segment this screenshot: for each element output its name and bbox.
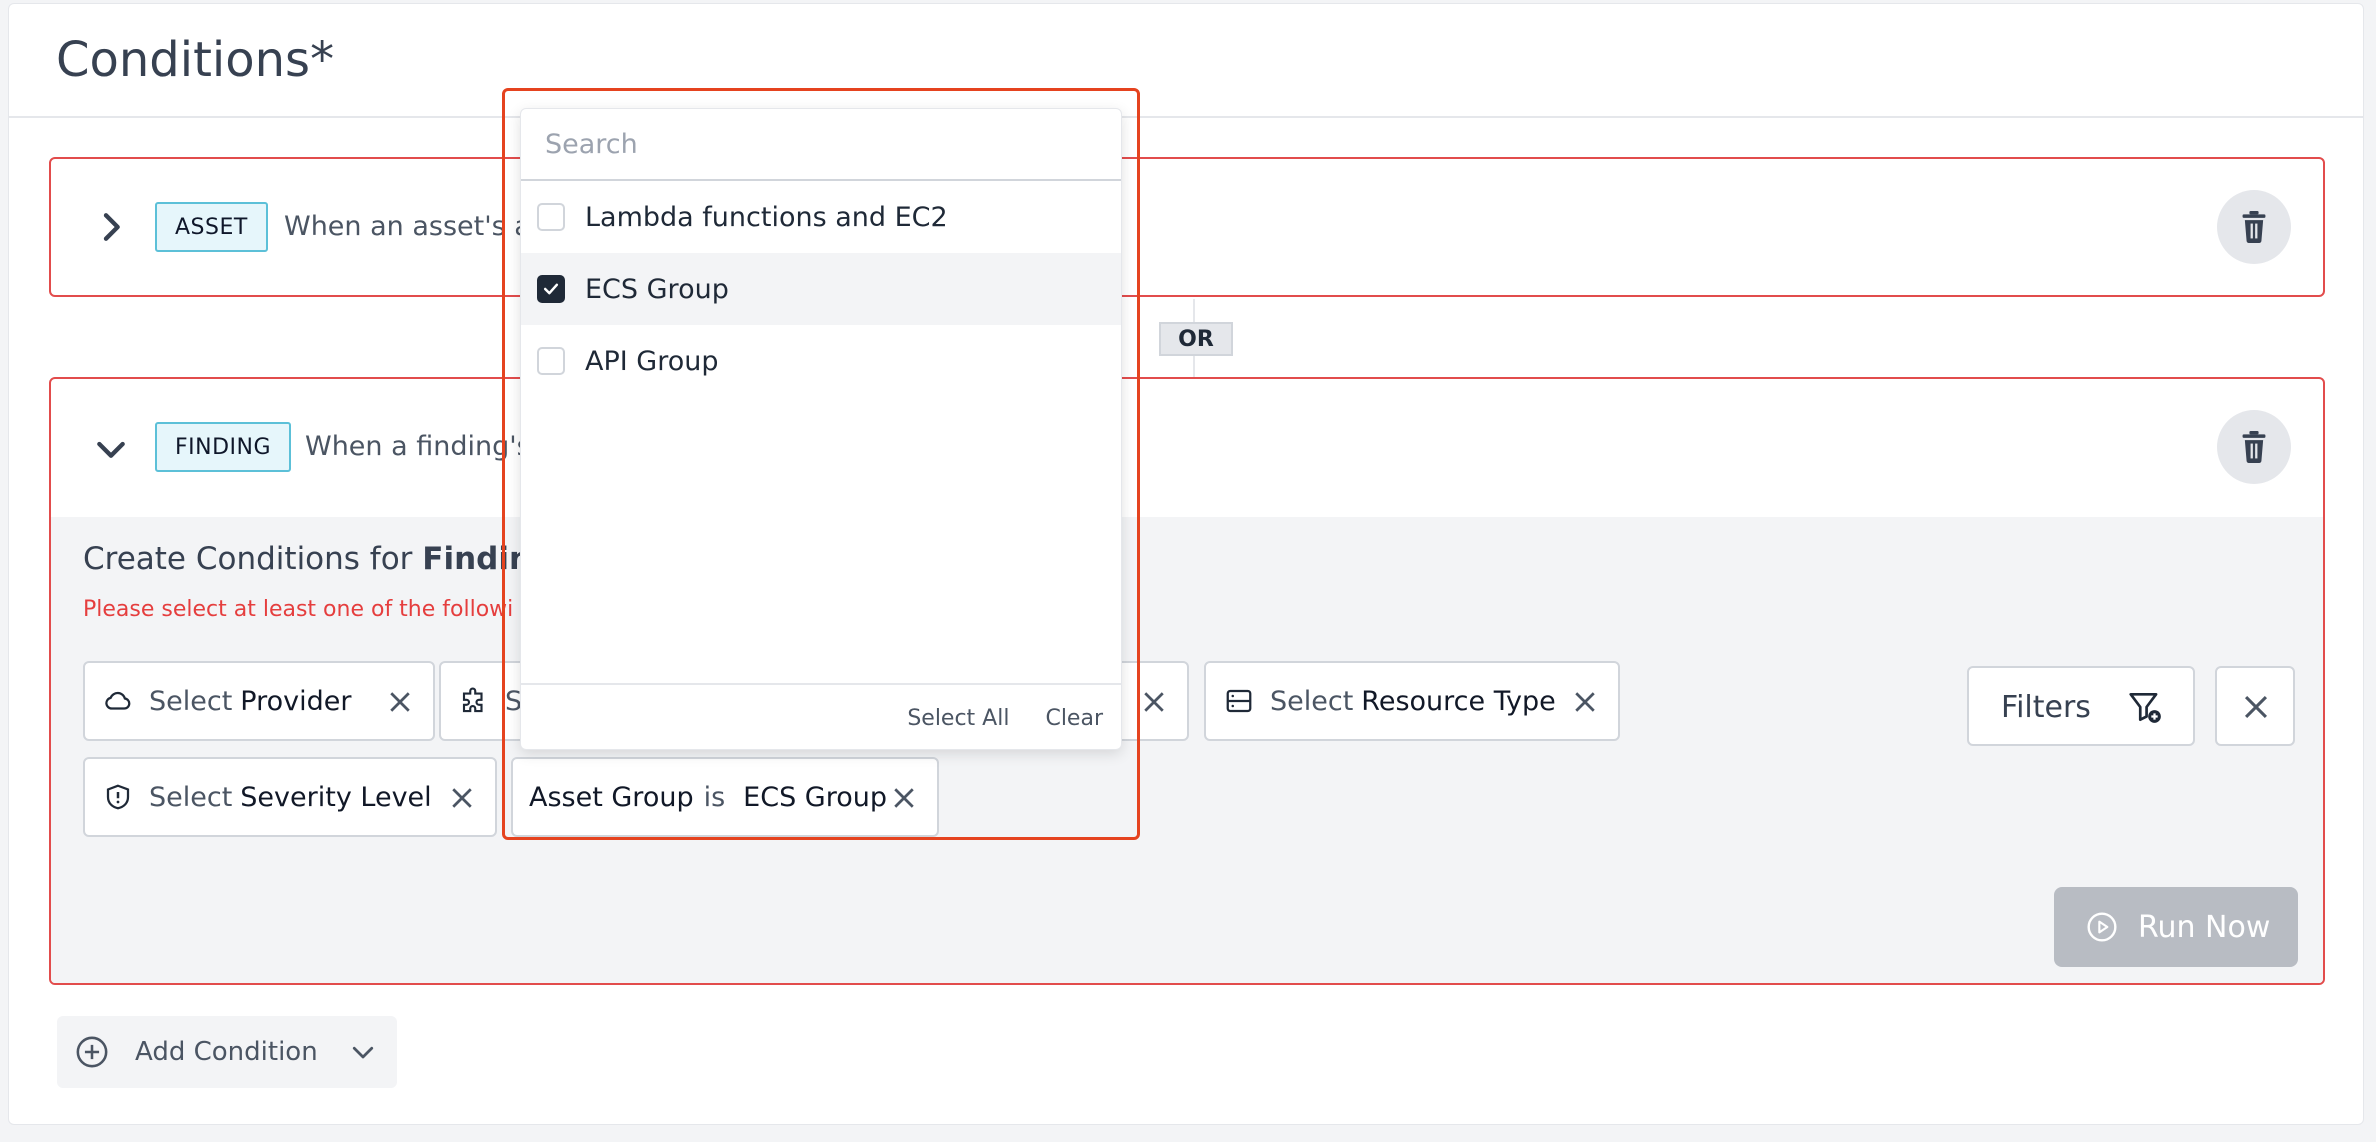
run-now-button[interactable]: Run Now	[2054, 887, 2298, 967]
or-operator-badge[interactable]: OR	[1159, 322, 1233, 356]
option-label: API Group	[585, 345, 719, 377]
plus-circle-icon	[76, 1036, 108, 1068]
clear-button[interactable]: Clear	[1045, 706, 1103, 731]
play-circle-icon	[2087, 912, 2117, 942]
finding-panel-title-prefix: Create Conditions for	[83, 541, 423, 577]
card-header: Conditions*	[9, 4, 2363, 118]
dropdown-footer: Select All Clear	[521, 683, 1121, 751]
cloud-icon	[105, 691, 131, 710]
asset-group-dropdown: Lambda functions and EC2 ECS Group API G…	[520, 108, 1122, 750]
asset-group-value: ECS Group	[743, 781, 888, 813]
check-icon	[543, 283, 559, 295]
asset-group-operator: is	[703, 781, 726, 813]
resource-type-select-chip[interactable]: Select Resource Type	[1204, 661, 1620, 741]
puzzle-icon	[462, 687, 483, 713]
asset-condition-text: When an asset's a	[284, 211, 531, 242]
close-icon[interactable]	[385, 687, 415, 717]
dropdown-option[interactable]: ECS Group	[521, 253, 1121, 325]
filter-add-icon	[2129, 692, 2161, 723]
checkbox[interactable]	[537, 203, 565, 231]
dropdown-search-input[interactable]	[521, 109, 1121, 181]
asset-group-chip[interactable]: Asset Group is ECS Group	[511, 757, 939, 837]
conditions-card: Conditions* ASSET When an asset's a OR F…	[8, 3, 2364, 1125]
finding-conditions-panel: Create Conditions for Finding Please sel…	[51, 517, 2323, 983]
select-all-button[interactable]: Select All	[907, 706, 1009, 731]
provider-select-text: Select	[149, 685, 233, 717]
severity-select-chip[interactable]: Select Severity Level	[83, 757, 497, 837]
chevron-down-icon	[352, 1046, 373, 1059]
trash-icon	[2242, 211, 2266, 243]
provider-label: Provider	[240, 685, 352, 717]
delete-asset-condition-button[interactable]	[2217, 190, 2291, 264]
finding-tag: FINDING	[155, 422, 292, 472]
server-icon	[1226, 689, 1252, 713]
resource-type-label: Resource Type	[1361, 685, 1556, 717]
run-now-label: Run Now	[2138, 909, 2271, 945]
severity-select-text: Select	[149, 781, 233, 813]
delete-finding-condition-button[interactable]	[2217, 410, 2291, 484]
close-icon	[2244, 695, 2268, 719]
severity-label: Severity Level	[240, 781, 432, 813]
close-icon[interactable]	[447, 783, 477, 813]
shield-alert-icon	[106, 784, 130, 810]
clear-filters-button[interactable]	[2215, 666, 2295, 746]
checkbox-checked[interactable]	[537, 275, 565, 303]
asset-tag: ASSET	[155, 202, 268, 252]
finding-condition-text: When a finding's	[305, 431, 531, 462]
close-icon[interactable]	[889, 783, 919, 813]
close-icon[interactable]	[1570, 687, 1600, 717]
trash-icon	[2242, 431, 2266, 463]
chevron-down-icon[interactable]	[91, 429, 131, 469]
add-condition-button[interactable]: Add Condition	[57, 1016, 397, 1088]
filters-button[interactable]: Filters	[1967, 666, 2195, 746]
option-label: ECS Group	[585, 273, 729, 305]
provider-select-chip[interactable]: Select Provider	[83, 661, 435, 741]
checkbox[interactable]	[537, 347, 565, 375]
add-condition-label: Add Condition	[135, 1037, 318, 1067]
dropdown-option[interactable]: Lambda functions and EC2	[521, 181, 1121, 253]
close-icon[interactable]	[1139, 687, 1169, 717]
validation-error: Please select at least one of the follow…	[83, 597, 514, 622]
finding-panel-title: Create Conditions for Finding	[83, 541, 553, 577]
option-label: Lambda functions and EC2	[585, 201, 948, 233]
resource-type-select-text: Select	[1270, 685, 1354, 717]
dropdown-option[interactable]: API Group	[521, 325, 1121, 397]
condition-asset: ASSET When an asset's a	[49, 157, 2325, 297]
chevron-right-icon[interactable]	[91, 207, 131, 247]
page-title: Conditions*	[56, 32, 335, 88]
asset-group-field: Asset Group	[529, 781, 694, 813]
filters-label: Filters	[2001, 690, 2091, 725]
